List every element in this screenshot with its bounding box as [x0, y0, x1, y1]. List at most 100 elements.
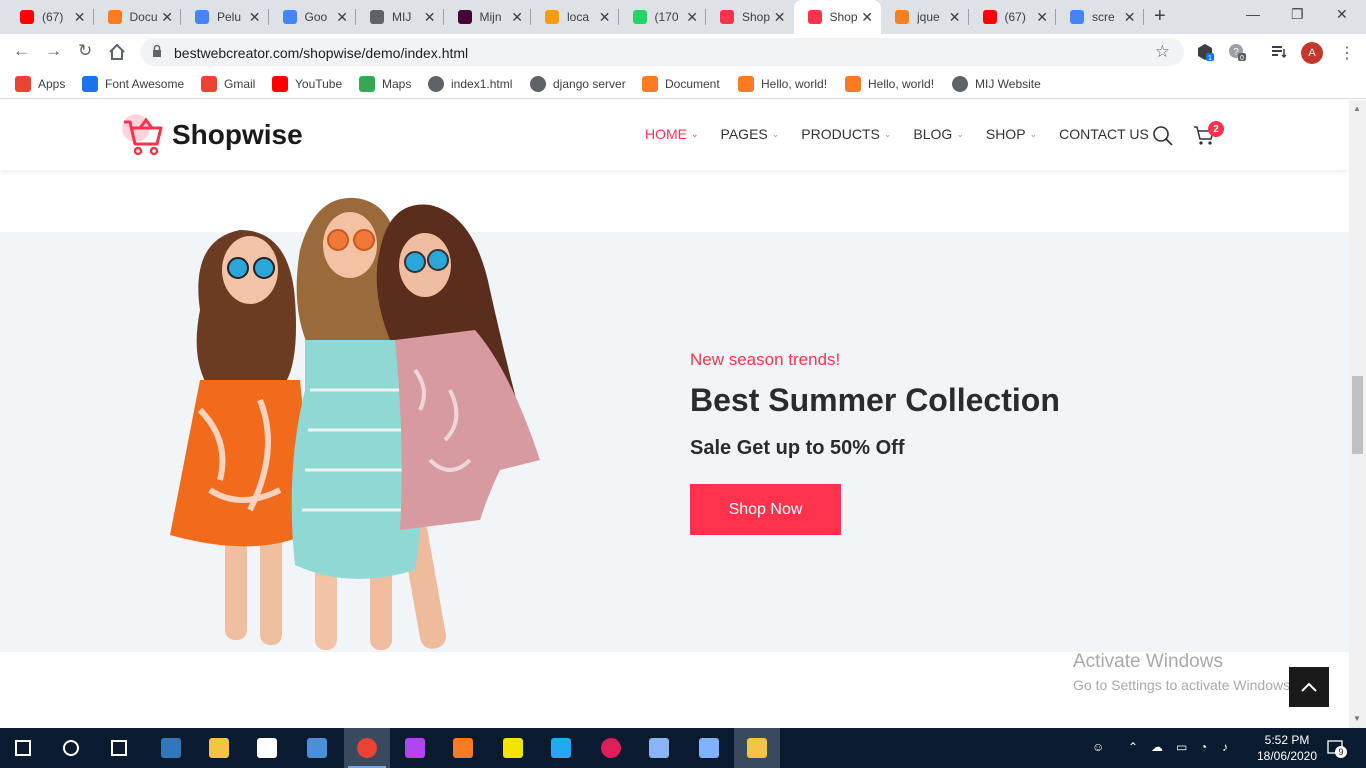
- close-tab-icon[interactable]: ✕: [949, 9, 961, 26]
- page-scrollbar[interactable]: ▲ ▼: [1349, 100, 1366, 728]
- onedrive-icon[interactable]: ☁: [1151, 740, 1163, 754]
- wifi-icon[interactable]: ◔: [1200, 740, 1207, 754]
- bookmark-label: Font Awesome: [105, 77, 185, 91]
- nav-item[interactable]: CONTACT US: [1059, 126, 1149, 142]
- bookmark-star-icon[interactable]: ☆: [1155, 42, 1170, 62]
- globe-icon: [428, 76, 444, 92]
- address-bar[interactable]: bestwebcreator.com/shopwise/demo/index.h…: [140, 38, 1184, 66]
- extension-cube-icon[interactable]: 1: [1196, 43, 1214, 61]
- youtube-icon: [20, 10, 34, 24]
- close-tab-icon[interactable]: ✕: [424, 9, 436, 26]
- browser-tab[interactable]: jque ✕: [881, 0, 969, 34]
- bookmark-label: YouTube: [295, 77, 343, 91]
- bookmark-item[interactable]: Apps: [15, 76, 65, 92]
- browser-tab[interactable]: Mijn ✕: [444, 0, 531, 34]
- taskbar-app[interactable]: [588, 728, 634, 768]
- taskbar-app[interactable]: [440, 728, 486, 768]
- bookmark-item[interactable]: Hello, world!: [845, 76, 934, 92]
- forward-icon[interactable]: →: [45, 41, 62, 61]
- browser-tab[interactable]: Docu ✕: [94, 0, 181, 34]
- browser-tab[interactable]: Shop ✕: [706, 0, 794, 34]
- taskbar-app[interactable]: [636, 728, 682, 768]
- close-tab-icon[interactable]: ✕: [336, 9, 348, 26]
- close-tab-icon[interactable]: ✕: [686, 9, 698, 26]
- extension-badge-1: 1: [1208, 55, 1212, 61]
- battery-icon[interactable]: ▭: [1176, 740, 1187, 754]
- browser-tab[interactable]: MIJ ✕: [356, 0, 444, 34]
- shopwise-icon: [807, 10, 822, 24]
- close-tab-icon[interactable]: ✕: [511, 9, 523, 26]
- close-tab-icon[interactable]: ✕: [599, 9, 611, 26]
- system-clock[interactable]: 5:52 PM 18/06/2020: [1254, 732, 1320, 764]
- profile-avatar[interactable]: A: [1301, 42, 1323, 64]
- new-tab-button[interactable]: +: [1154, 5, 1166, 28]
- bookmark-item[interactable]: Gmail: [201, 76, 255, 92]
- nav-item[interactable]: BLOG ⌄: [913, 126, 963, 142]
- google-icon: [282, 10, 297, 24]
- close-tab-icon[interactable]: ✕: [1124, 9, 1136, 26]
- browser-tab[interactable]: Shop ✕: [793, 0, 881, 34]
- taskbar-app[interactable]: [490, 728, 536, 768]
- taskbar-app[interactable]: [196, 728, 242, 768]
- minimize-button[interactable]: —: [1246, 6, 1260, 22]
- browser-menu-icon[interactable]: ⋮: [1339, 43, 1355, 63]
- bookmark-item[interactable]: index1.html: [428, 76, 512, 92]
- nav-item[interactable]: PRODUCTS ⌄: [801, 126, 891, 142]
- close-window-button[interactable]: ✕: [1336, 6, 1348, 23]
- scroll-up-arrow-icon[interactable]: ▲: [1353, 104, 1361, 113]
- scrollbar-thumb[interactable]: [1352, 376, 1363, 454]
- taskbar-app[interactable]: [0, 728, 46, 768]
- scroll-to-top-button[interactable]: [1289, 667, 1329, 707]
- clock-time: 5:52 PM: [1264, 733, 1310, 747]
- taskbar-app[interactable]: [244, 728, 290, 768]
- bookmark-item[interactable]: Maps: [359, 76, 411, 92]
- taskbar-app[interactable]: [344, 728, 390, 768]
- bookmark-item[interactable]: Font Awesome: [82, 76, 184, 92]
- close-tab-icon[interactable]: ✕: [161, 9, 173, 26]
- close-tab-icon[interactable]: ✕: [861, 9, 873, 26]
- reload-icon[interactable]: ↻: [78, 41, 92, 61]
- taskbar-app[interactable]: [294, 728, 340, 768]
- taskbar-app[interactable]: [392, 728, 438, 768]
- bookmark-item[interactable]: Document: [642, 76, 720, 92]
- shop-now-button[interactable]: Shop Now: [690, 484, 841, 535]
- nav-item[interactable]: PAGES ⌄: [721, 126, 780, 142]
- nav-item[interactable]: HOME ⌄: [645, 126, 699, 142]
- close-tab-icon[interactable]: ✕: [74, 9, 86, 26]
- scroll-down-arrow-icon[interactable]: ▼: [1353, 714, 1361, 723]
- taskbar-app[interactable]: [48, 728, 94, 768]
- taskbar-app[interactable]: [538, 728, 584, 768]
- google-icon: [1070, 10, 1084, 24]
- restore-button[interactable]: ❐: [1291, 6, 1304, 23]
- nav-item[interactable]: SHOP ⌄: [986, 126, 1037, 142]
- browser-tab[interactable]: (170 ✕: [619, 0, 706, 34]
- taskbar-app[interactable]: [148, 728, 194, 768]
- back-icon[interactable]: ←: [13, 41, 30, 61]
- home-icon[interactable]: [108, 43, 126, 61]
- close-tab-icon[interactable]: ✕: [1036, 9, 1048, 26]
- media-queue-icon[interactable]: [1270, 43, 1288, 61]
- browser-tab[interactable]: Pelu ✕: [181, 0, 269, 34]
- taskbar-app[interactable]: [734, 728, 780, 768]
- tray-chevron-up-icon[interactable]: ⌃: [1128, 740, 1138, 754]
- browser-tab[interactable]: (67) ✕: [6, 0, 94, 34]
- bookmark-item[interactable]: YouTube: [272, 76, 342, 92]
- extension-help-icon[interactable]: ?0: [1228, 43, 1246, 61]
- tab-title: MIJ: [392, 10, 412, 24]
- search-icon[interactable]: [1152, 125, 1174, 147]
- site-logo[interactable]: Shopwise: [120, 112, 303, 158]
- close-tab-icon[interactable]: ✕: [774, 9, 786, 26]
- browser-tab[interactable]: loca ✕: [531, 0, 619, 34]
- bookmark-item[interactable]: MIJ Website: [952, 76, 1041, 92]
- browser-tab[interactable]: Goo ✕: [269, 0, 356, 34]
- close-tab-icon[interactable]: ✕: [249, 9, 261, 26]
- taskbar-app[interactable]: [686, 728, 732, 768]
- notification-center-icon[interactable]: 9: [1326, 738, 1347, 758]
- bookmark-item[interactable]: django server: [530, 76, 626, 92]
- browser-tab[interactable]: scre ✕: [1056, 0, 1144, 34]
- browser-tab[interactable]: (67) ✕: [969, 0, 1056, 34]
- taskbar-app[interactable]: [96, 728, 142, 768]
- people-icon[interactable]: ☺: [1092, 740, 1104, 754]
- bookmark-item[interactable]: Hello, world!: [738, 76, 827, 92]
- volume-icon[interactable]: ♪: [1222, 740, 1228, 754]
